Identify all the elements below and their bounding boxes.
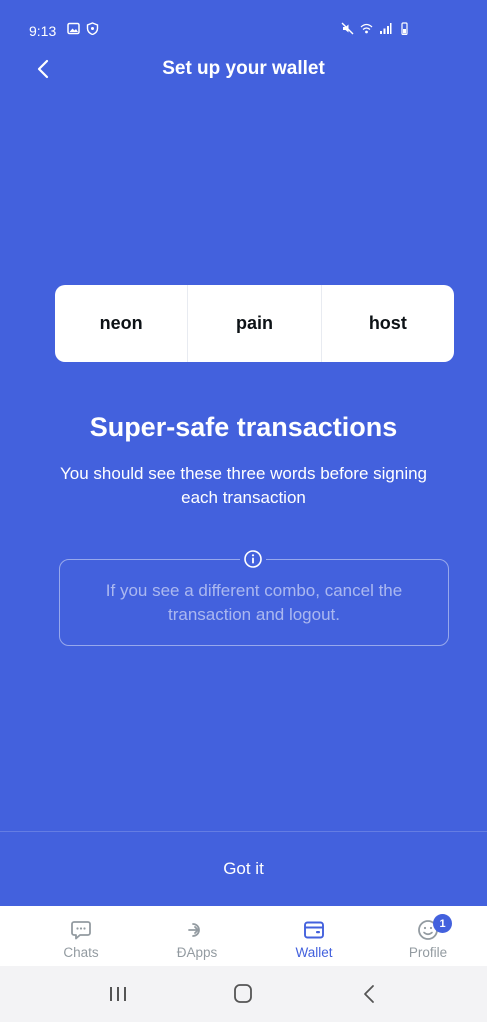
- status-bar: 9:13: [0, 0, 487, 48]
- tab-label: ÐApps: [176, 945, 218, 960]
- security-words-card: neon pain host: [55, 285, 454, 362]
- status-left-icons: [67, 22, 99, 35]
- mute-icon: [341, 22, 354, 35]
- chat-icon: [71, 921, 91, 940]
- page-title: Set up your wallet: [162, 58, 325, 79]
- recents-icon[interactable]: [98, 978, 138, 1010]
- tab-profile[interactable]: 1 Profile: [378, 906, 478, 966]
- signal-icon: [380, 23, 392, 34]
- wallet-setup-screen: 9:13 Set up your wallet neon pain host S…: [0, 0, 487, 1022]
- tab-dapps[interactable]: ÐApps: [147, 906, 247, 966]
- security-word: neon: [99, 313, 143, 333]
- tab-wallet[interactable]: Wallet: [264, 906, 364, 966]
- android-navigation-bar: [0, 966, 487, 1022]
- tab-chats[interactable]: Chats: [31, 906, 131, 966]
- tab-label: Wallet: [295, 945, 333, 960]
- battery-icon: [401, 22, 408, 35]
- headline: Super-safe transactions: [89, 412, 398, 442]
- got-it-button[interactable]: Got it: [0, 832, 487, 906]
- status-right-icons: [341, 22, 411, 35]
- tab-label: Chats: [63, 945, 99, 960]
- home-icon[interactable]: [223, 978, 263, 1010]
- tab-label: Profile: [408, 945, 448, 960]
- status-time: 9:13: [29, 23, 57, 39]
- back-icon[interactable]: [350, 978, 390, 1010]
- security-word: host: [320, 285, 454, 362]
- notification-badge: 1: [433, 914, 452, 933]
- image-icon: [67, 22, 80, 35]
- info-icon: [240, 546, 266, 572]
- dapps-icon: [188, 923, 200, 937]
- subtitle: You should see these three words before …: [60, 464, 428, 507]
- wifi-icon: [360, 23, 373, 34]
- security-word: pain: [187, 285, 320, 362]
- wallet-icon: [304, 921, 324, 939]
- shield-icon: [86, 22, 99, 35]
- bottom-tab-bar: Chats ÐApps Wallet 1 Profile: [0, 906, 487, 966]
- blue-background: [0, 0, 487, 906]
- warning-text: If you see a different combo, cancel the…: [105, 581, 403, 624]
